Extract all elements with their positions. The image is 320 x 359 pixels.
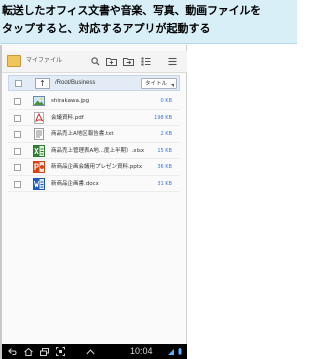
file-size: 0 KB xyxy=(160,98,172,104)
home-icon[interactable] xyxy=(24,347,33,356)
file-name: 商品売上管理表A地...度上半期）.xlsx xyxy=(51,147,145,154)
tablet-screen: マイファイル ↑ /Root/Business タイトル shirakawa.j… xyxy=(0,45,187,359)
sort-dropdown[interactable]: タイトル xyxy=(141,78,177,89)
text-file-icon xyxy=(34,128,44,140)
word-icon xyxy=(33,177,45,190)
file-checkbox[interactable] xyxy=(14,114,21,122)
file-size: 2 KB xyxy=(160,131,172,137)
file-checkbox[interactable] xyxy=(14,164,21,171)
file-checkbox[interactable] xyxy=(14,131,21,138)
system-bar: 10:04 xyxy=(2,344,187,359)
app-title: マイファイル xyxy=(26,58,63,64)
list-view-icon[interactable] xyxy=(140,56,151,67)
pdf-icon xyxy=(34,111,45,124)
recent-apps-icon[interactable] xyxy=(40,347,49,356)
file-checkbox[interactable] xyxy=(14,147,21,155)
back-icon[interactable] xyxy=(8,347,17,356)
file-row[interactable]: 新商品企画会議用プレゼン資料.pptx 36 KB xyxy=(8,159,180,176)
file-name: 新商品企画会議用プレゼン資料.pptx xyxy=(51,164,143,170)
file-row[interactable]: 商品売上A地区報告書.txt 2 KB xyxy=(8,126,180,143)
file-name: 商品売上A地区報告書.txt xyxy=(51,131,114,137)
up-folder-button[interactable]: ↑ xyxy=(35,78,50,89)
caption-line-2: タップすると、対応するアプリが起動する xyxy=(2,22,211,35)
excel-icon xyxy=(33,144,45,157)
action-bar: マイファイル xyxy=(2,51,187,73)
up-arrow-icon[interactable] xyxy=(86,347,95,356)
folder-icon xyxy=(7,55,21,67)
dropdown-caret-icon xyxy=(171,84,174,87)
file-row[interactable]: 会議資料.pdf 198 KB xyxy=(8,110,180,126)
clock: 10:04 xyxy=(130,346,153,356)
current-path: /Root/Business xyxy=(55,80,96,86)
status-icons xyxy=(168,348,182,355)
file-name: shirakawa.jpg xyxy=(51,98,90,104)
file-checkbox[interactable] xyxy=(14,98,21,105)
battery-icon xyxy=(178,348,182,355)
image-icon xyxy=(33,96,45,106)
file-size: 15 KB xyxy=(157,147,172,154)
search-icon[interactable] xyxy=(90,56,101,67)
file-list: shirakawa.jpg 0 KB 会議資料.pdf 198 KB 商品売上A… xyxy=(8,93,180,192)
file-row[interactable]: 商品売上管理表A地...度上半期）.xlsx 15 KB xyxy=(8,143,180,159)
file-size: 31 KB xyxy=(157,180,172,187)
file-name: 会議資料.pdf xyxy=(51,114,84,121)
wifi-icon xyxy=(168,348,174,355)
file-row[interactable]: 新商品企画書.docx 31 KB xyxy=(8,176,180,192)
new-folder-icon[interactable] xyxy=(106,56,117,67)
file-size: 198 KB xyxy=(154,114,172,121)
file-checkbox[interactable] xyxy=(14,180,21,188)
select-all-checkbox[interactable] xyxy=(15,80,22,87)
menu-icon[interactable] xyxy=(167,56,178,67)
screenshot-icon[interactable] xyxy=(56,347,65,356)
powerpoint-icon xyxy=(33,161,45,173)
file-size: 36 KB xyxy=(157,164,172,170)
sort-label: タイトル xyxy=(145,81,168,87)
file-name: 新商品企画書.docx xyxy=(51,180,99,187)
caption-banner: 転送したオフィス文書や音楽、写真、動画ファイルを タップすると、対応するアプリが… xyxy=(0,0,297,44)
path-bar: ↑ /Root/Business タイトル xyxy=(8,75,180,91)
move-icon[interactable] xyxy=(123,56,134,67)
caption-line-1: 転送したオフィス文書や音楽、写真、動画ファイルを xyxy=(2,4,261,17)
file-row[interactable]: shirakawa.jpg 0 KB xyxy=(8,93,180,110)
